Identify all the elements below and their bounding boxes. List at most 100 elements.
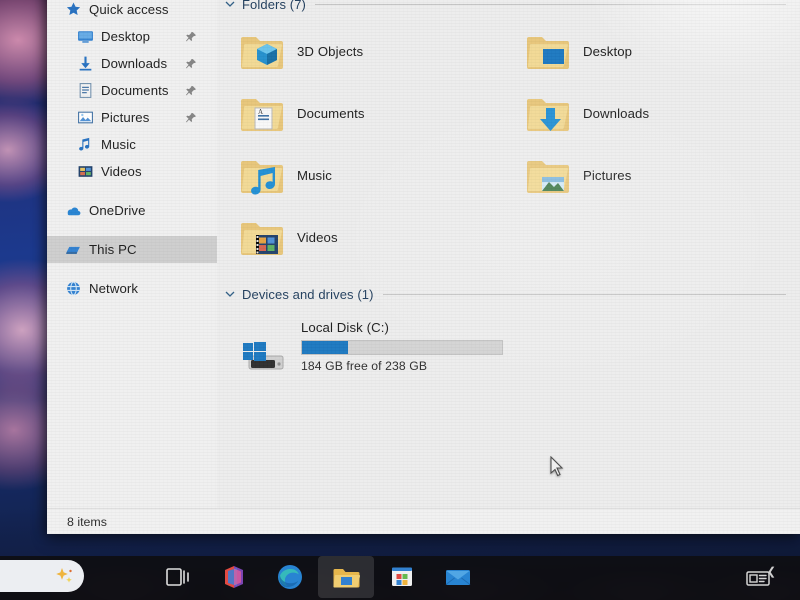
screen-photo: Quick access Desktop Downloads Documents… xyxy=(0,0,800,600)
search-input[interactable]: arch xyxy=(0,560,84,592)
download-icon xyxy=(77,55,94,72)
taskbar-right-section: ❮ xyxy=(738,560,778,596)
sidebar-item-label: Music xyxy=(101,137,136,152)
taskbar-icons xyxy=(150,556,486,598)
folder-item-label: 3D Objects xyxy=(297,43,364,59)
drive-capacity-fill xyxy=(302,341,348,354)
chevron-down-icon[interactable] xyxy=(223,287,237,301)
taskbar-item-office[interactable] xyxy=(206,556,262,598)
folder-downloads-icon xyxy=(523,89,571,137)
group-separator-line xyxy=(314,3,786,5)
star-icon xyxy=(65,1,82,18)
sidebar-divider xyxy=(47,224,217,236)
drives-group-header[interactable]: Devices and drives (1) xyxy=(217,284,800,304)
videos-icon xyxy=(77,163,94,180)
folder-music-icon xyxy=(237,151,285,199)
sidebar-divider xyxy=(47,185,217,197)
sidebar-divider xyxy=(47,263,217,275)
taskbar-item-mail[interactable] xyxy=(430,556,486,598)
sidebar-item-label: Quick access xyxy=(89,2,169,17)
edge-browser-icon xyxy=(275,562,305,592)
sidebar-item-label: Documents xyxy=(101,83,169,98)
microsoft-365-icon xyxy=(219,562,249,592)
group-separator-line xyxy=(382,293,786,295)
desktop-icon xyxy=(77,28,94,45)
sidebar-item-label: Videos xyxy=(101,164,142,179)
folder-item-videos[interactable]: Videos xyxy=(231,206,517,268)
sidebar-item-onedrive[interactable]: OneDrive xyxy=(47,197,217,224)
taskbar-item-file-explorer[interactable] xyxy=(318,556,374,598)
folder-item-desktop[interactable]: Desktop xyxy=(517,20,800,82)
sidebar-item-label: Desktop xyxy=(101,29,151,44)
drives-list: Local Disk (C:) 184 GB free of 238 GB xyxy=(217,318,800,380)
sidebar-item-videos[interactable]: Videos xyxy=(47,158,217,185)
sidebar-item-network[interactable]: Network xyxy=(47,275,217,302)
pin-icon[interactable] xyxy=(185,58,197,70)
sidebar-item-downloads[interactable]: Downloads xyxy=(47,50,217,77)
sidebar-item-pictures[interactable]: Pictures xyxy=(47,104,217,131)
navigation-pane: Quick access Desktop Downloads Documents… xyxy=(47,0,217,508)
sidebar-item-desktop[interactable]: Desktop xyxy=(47,23,217,50)
sidebar-item-label: Network xyxy=(89,281,139,296)
svg-text:A: A xyxy=(258,108,263,116)
chevron-down-icon[interactable] xyxy=(223,0,237,11)
taskbar: arch xyxy=(0,556,800,600)
mail-icon xyxy=(443,562,473,592)
copilot-sparkle-icon[interactable] xyxy=(54,566,74,586)
content-pane: Folders (7) 3D Objects Desktop A Documen… xyxy=(217,0,800,508)
file-explorer-icon xyxy=(331,562,361,592)
folder-pictures-icon xyxy=(523,151,571,199)
onedrive-cloud-icon xyxy=(65,202,82,219)
folder-documents-icon: A xyxy=(237,89,285,137)
folder-item-documents[interactable]: A Documents xyxy=(231,82,517,144)
folder-item-pictures[interactable]: Pictures xyxy=(517,144,800,206)
folder-item-label: Downloads xyxy=(583,105,650,121)
documents-icon xyxy=(77,82,94,99)
folders-group-title: Folders (7) xyxy=(242,0,306,12)
sidebar-item-label: Pictures xyxy=(101,110,150,125)
folder-item-label: Desktop xyxy=(583,43,633,59)
folder-item-label: Documents xyxy=(297,105,365,121)
hard-drive-windows-icon xyxy=(237,332,293,380)
folder-videos-icon xyxy=(237,213,285,261)
microsoft-store-icon xyxy=(387,562,417,592)
folder-item-label: Music xyxy=(297,167,332,183)
drives-group-title: Devices and drives (1) xyxy=(242,286,374,302)
sidebar-item-this-pc[interactable]: This PC xyxy=(47,236,217,263)
drive-name-label: Local Disk (C:) xyxy=(301,320,389,335)
pin-icon[interactable] xyxy=(185,31,197,43)
chevron-left-icon[interactable]: ❮ xyxy=(767,565,776,578)
taskbar-item-edge[interactable] xyxy=(262,556,318,598)
item-count-label: 8 items xyxy=(67,514,107,529)
sidebar-item-label: OneDrive xyxy=(89,203,146,218)
network-icon xyxy=(65,280,82,297)
pictures-icon xyxy=(77,109,94,126)
music-icon xyxy=(77,136,94,153)
folder-item-3d-objects[interactable]: 3D Objects xyxy=(231,20,517,82)
pin-icon[interactable] xyxy=(185,112,197,124)
folder-item-label: Pictures xyxy=(583,167,632,183)
taskbar-item-microsoft-store[interactable] xyxy=(374,556,430,598)
folders-group-header[interactable]: Folders (7) xyxy=(217,0,800,14)
folder-3d-objects-icon xyxy=(237,27,285,75)
drive-free-space-label: 184 GB free of 238 GB xyxy=(301,359,428,373)
this-pc-icon xyxy=(65,241,82,258)
drive-info: Local Disk (C:) 184 GB free of 238 GB xyxy=(301,318,503,373)
folder-item-label: Videos xyxy=(297,229,338,245)
file-explorer-window: Quick access Desktop Downloads Documents… xyxy=(47,0,800,534)
folders-grid: 3D Objects Desktop A Documents Downloads… xyxy=(217,20,800,268)
sidebar-item-music[interactable]: Music xyxy=(47,131,217,158)
sidebar-item-label: Downloads xyxy=(101,56,168,71)
pin-icon[interactable] xyxy=(185,85,197,97)
folder-item-music[interactable]: Music xyxy=(231,144,517,206)
folder-desktop-icon xyxy=(523,27,571,75)
folder-item-downloads[interactable]: Downloads xyxy=(517,82,800,144)
sidebar-item-quick-access[interactable]: Quick access xyxy=(47,0,217,23)
window-body: Quick access Desktop Downloads Documents… xyxy=(47,0,800,508)
drive-capacity-bar xyxy=(301,340,503,355)
sidebar-item-documents[interactable]: Documents xyxy=(47,77,217,104)
sidebar-item-label: This PC xyxy=(89,242,137,257)
taskbar-item-task-view[interactable] xyxy=(150,556,206,598)
task-view-icon xyxy=(163,562,193,592)
drive-item-local-disk-c[interactable]: Local Disk (C:) 184 GB free of 238 GB xyxy=(231,318,800,380)
